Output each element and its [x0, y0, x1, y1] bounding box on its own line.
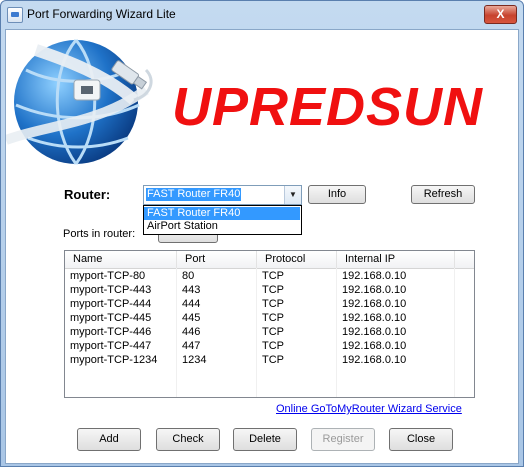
app-window: Port Forwarding Wizard Lite X UPREDSUN R…	[0, 0, 524, 467]
cell-protocol: TCP	[262, 270, 284, 282]
column-header-port[interactable]: Port	[177, 251, 257, 268]
close-button[interactable]: Close	[389, 428, 453, 451]
chevron-down-icon[interactable]: ▼	[284, 186, 301, 204]
cell-internal-ip: 192.168.0.10	[342, 284, 407, 296]
close-window-button[interactable]: X	[484, 5, 517, 24]
cell-protocol: TCP	[262, 284, 284, 296]
cell-name: myport-TCP-443	[70, 284, 152, 296]
register-button[interactable]: Register	[311, 428, 375, 451]
app-icon	[7, 7, 23, 23]
ports-label: Ports in router:	[63, 228, 136, 240]
cell-protocol: TCP	[262, 340, 284, 352]
cell-name: myport-TCP-447	[70, 340, 152, 352]
cell-protocol: TCP	[262, 312, 284, 324]
cell-internal-ip: 192.168.0.10	[342, 298, 407, 310]
table-row[interactable]: myport-TCP-446 446 TCP 192.168.0.10	[65, 325, 474, 339]
client-area: UPREDSUN Router: FAST Router FR40 ▼ Info…	[5, 29, 519, 464]
cell-internal-ip: 192.168.0.10	[342, 312, 407, 324]
table-row[interactable]: myport-TCP-445 445 TCP 192.168.0.10	[65, 311, 474, 325]
cell-name: myport-TCP-80	[70, 270, 146, 282]
check-button[interactable]: Check	[156, 428, 220, 451]
cell-protocol: TCP	[262, 298, 284, 310]
ports-table[interactable]: Name Port Protocol Internal IP myport-TC…	[64, 250, 475, 398]
table-header: Name Port Protocol Internal IP	[65, 251, 474, 269]
brand-wordmark: UPREDSUN	[172, 77, 484, 137]
banner: UPREDSUN	[6, 30, 518, 165]
cell-port: 447	[182, 340, 201, 352]
cell-name: myport-TCP-445	[70, 312, 152, 324]
cell-internal-ip: 192.168.0.10	[342, 326, 407, 338]
column-header-internal-ip[interactable]: Internal IP	[337, 251, 455, 268]
cell-port: 443	[182, 284, 201, 296]
table-row[interactable]: myport-TCP-80 80 TCP 192.168.0.10	[65, 269, 474, 283]
cell-protocol: TCP	[262, 354, 284, 366]
cell-protocol: TCP	[262, 326, 284, 338]
info-button[interactable]: Info	[308, 185, 366, 204]
cell-name: myport-TCP-1234	[70, 354, 158, 366]
router-option-airport[interactable]: AirPort Station	[144, 220, 300, 233]
router-label: Router:	[64, 187, 111, 202]
column-header-name[interactable]: Name	[65, 251, 177, 268]
globe-cable-logo	[6, 39, 153, 165]
cell-port: 80	[182, 270, 195, 282]
refresh-router-button[interactable]: Refresh	[411, 185, 475, 204]
table-row[interactable]: myport-TCP-1234 1234 TCP 192.168.0.10	[65, 353, 474, 367]
wizard-service-link[interactable]: Online GoToMyRouter Wizard Service	[276, 403, 462, 415]
add-button[interactable]: Add	[77, 428, 141, 451]
router-select[interactable]: FAST Router FR40 ▼	[143, 185, 302, 205]
table-row[interactable]: myport-TCP-443 443 TCP 192.168.0.10	[65, 283, 474, 297]
router-select-value: FAST Router FR40	[146, 188, 242, 201]
delete-button[interactable]: Delete	[233, 428, 297, 451]
window-title: Port Forwarding Wizard Lite	[27, 7, 176, 21]
cell-name: myport-TCP-446	[70, 326, 152, 338]
router-option-fast[interactable]: FAST Router FR40	[144, 207, 300, 220]
router-dropdown-list[interactable]: FAST Router FR40 AirPort Station	[143, 205, 302, 235]
cell-internal-ip: 192.168.0.10	[342, 270, 407, 282]
title-bar[interactable]: Port Forwarding Wizard Lite X	[1, 1, 523, 29]
cell-internal-ip: 192.168.0.10	[342, 340, 407, 352]
cell-port: 446	[182, 326, 201, 338]
cell-port: 1234	[182, 354, 207, 366]
cell-name: myport-TCP-444	[70, 298, 152, 310]
cell-internal-ip: 192.168.0.10	[342, 354, 407, 366]
column-header-filler	[455, 251, 474, 268]
cell-port: 445	[182, 312, 201, 324]
cell-port: 444	[182, 298, 201, 310]
table-row[interactable]: myport-TCP-447 447 TCP 192.168.0.10	[65, 339, 474, 353]
table-row[interactable]: myport-TCP-444 444 TCP 192.168.0.10	[65, 297, 474, 311]
column-header-protocol[interactable]: Protocol	[257, 251, 337, 268]
